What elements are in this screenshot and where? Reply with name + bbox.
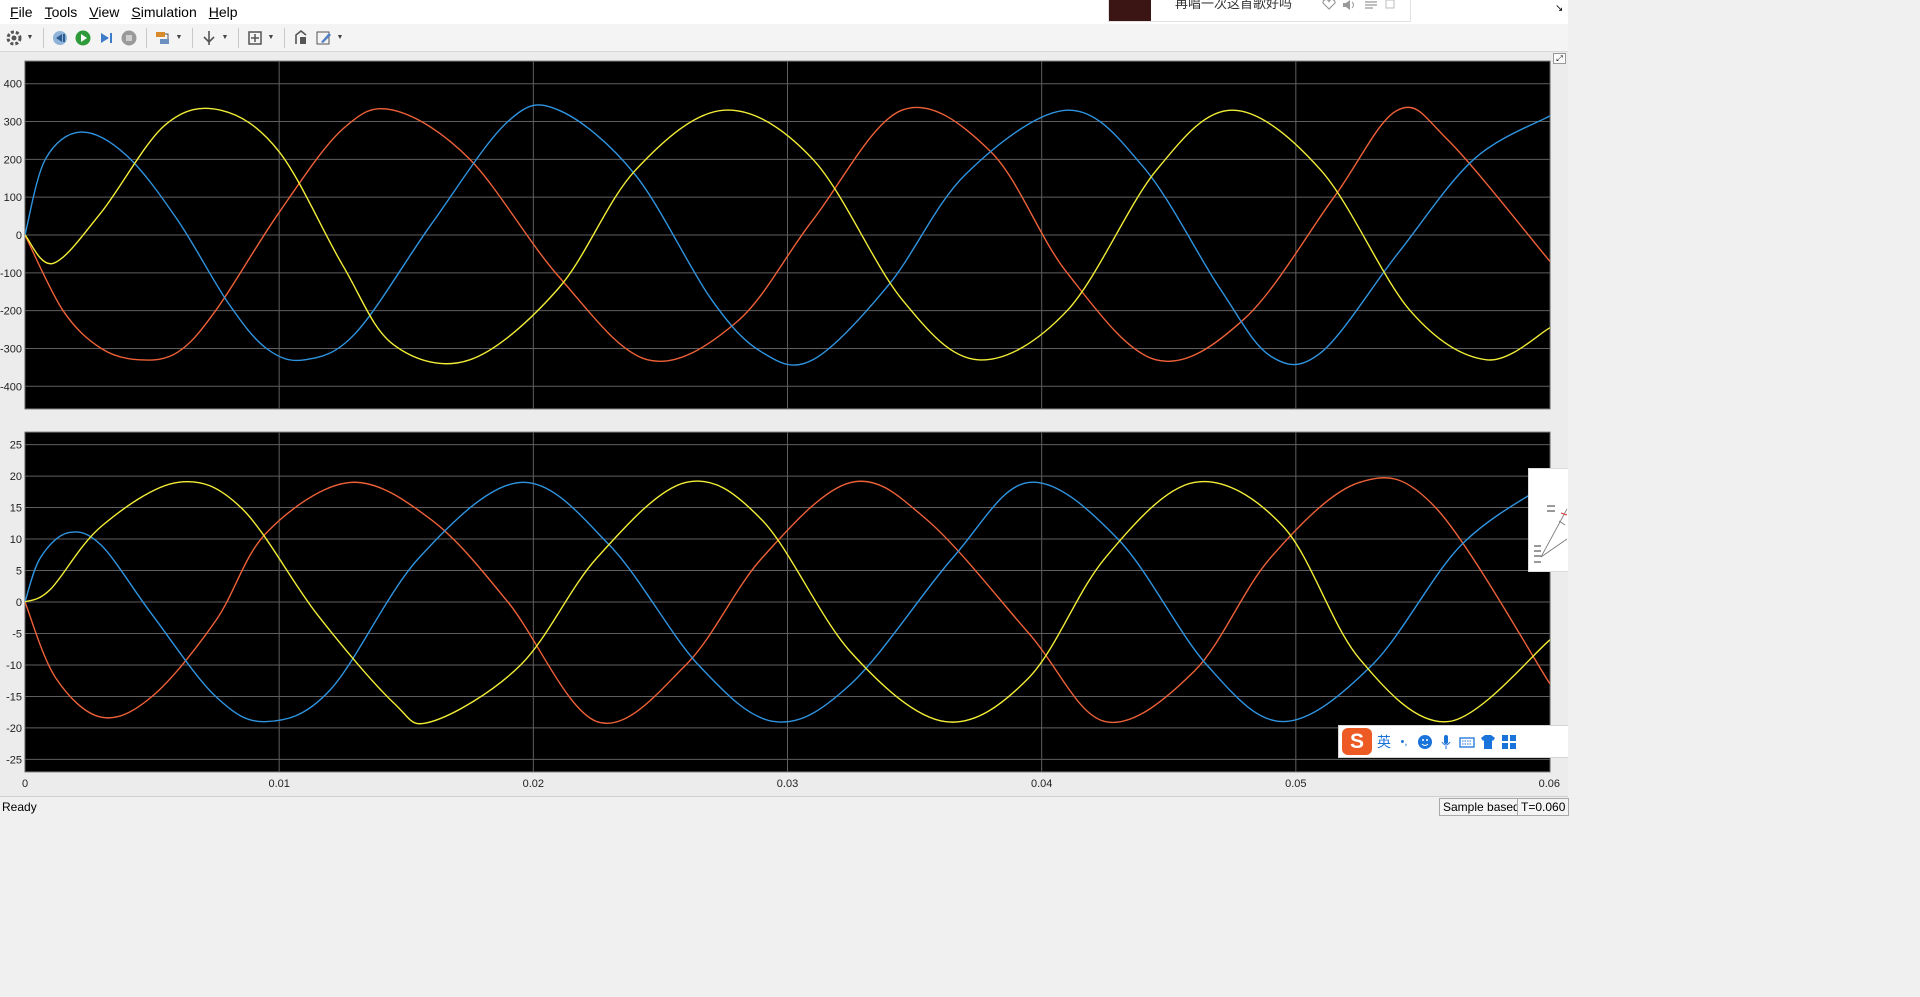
scope-canvas[interactable]: -400-300-200-1000100200300400-25-20-15-1… bbox=[0, 52, 1568, 796]
settings-icon[interactable] bbox=[3, 27, 25, 49]
scope-axes-2[interactable]: -25 -20 -15 -10 -5 0 5 10 15 20 25 0 0.01 0.02 0.03 0.0… bbox=[6, 431, 1560, 790]
lyrics-icon[interactable] bbox=[1384, 0, 1396, 10]
y-tick-label: -300 bbox=[0, 343, 22, 355]
x-tick-label: 0.04 bbox=[1031, 778, 1052, 790]
y-tick-label: 100 bbox=[4, 192, 22, 204]
y-tick-label: 5 bbox=[16, 566, 22, 578]
y-tick-label: -10 bbox=[6, 660, 22, 672]
emoji-icon[interactable] bbox=[1417, 734, 1433, 750]
status-text: Ready bbox=[2, 800, 37, 814]
x-tick-label: 0.05 bbox=[1285, 778, 1306, 790]
y-tick-label: 400 bbox=[4, 79, 22, 91]
highlight-dropdown-icon[interactable]: ▼ bbox=[175, 27, 183, 49]
ime-language-toggle[interactable]: 英 bbox=[1377, 732, 1391, 752]
toolbox-icon[interactable] bbox=[1501, 734, 1517, 750]
menu-help[interactable]: Help bbox=[203, 0, 244, 24]
x-tick-label: 0.06 bbox=[1539, 778, 1560, 790]
toolbar-separator bbox=[43, 27, 44, 48]
x-tick-label: 0.01 bbox=[268, 778, 289, 790]
y-tick-label: 20 bbox=[10, 471, 22, 483]
song-title: 再唱一次这首歌好吗 bbox=[1175, 0, 1293, 11]
restore-style-icon[interactable] bbox=[290, 27, 312, 49]
y-tick-label: -15 bbox=[6, 691, 22, 703]
step-forward-icon[interactable] bbox=[95, 27, 117, 49]
sample-mode-cell: Sample based bbox=[1439, 798, 1524, 816]
run-icon[interactable] bbox=[72, 27, 94, 49]
sogou-logo-icon[interactable]: S bbox=[1342, 728, 1372, 755]
stop-icon[interactable] bbox=[118, 27, 140, 49]
y-tick-label: -100 bbox=[0, 268, 22, 280]
scope-display[interactable]: -400 -300 -200 -100 0 100 200 300 400 -25 -20 -15 -1… bbox=[0, 52, 1568, 796]
y-tick-label: 300 bbox=[4, 117, 22, 129]
y-tick-label: -200 bbox=[0, 306, 22, 318]
side-widget[interactable] bbox=[1528, 468, 1568, 572]
step-back-icon[interactable] bbox=[49, 27, 71, 49]
y-tick-label: 15 bbox=[10, 503, 22, 515]
settings-dropdown-icon[interactable]: ▼ bbox=[26, 27, 34, 49]
zoom-fit-icon[interactable] bbox=[244, 27, 266, 49]
scope-toolbar: ▼ ▼ ▼ ▼ ▼ bbox=[0, 24, 1568, 52]
menu-file[interactable]: File bbox=[4, 0, 39, 24]
y-tick-label: 10 bbox=[10, 534, 22, 546]
toolbar-separator bbox=[146, 27, 147, 48]
playlist-icon[interactable] bbox=[1364, 0, 1378, 10]
status-bar: Ready Sample based T=0.060 bbox=[0, 796, 1570, 817]
toolbar-separator bbox=[238, 27, 239, 48]
album-thumbnail bbox=[1109, 0, 1151, 21]
undock-icon[interactable]: ⤢ bbox=[1553, 53, 1566, 64]
side-widget-diagram-icon bbox=[1534, 505, 1568, 563]
corner-arrow-icon[interactable]: ↘ bbox=[1555, 3, 1563, 14]
toolbar-separator bbox=[284, 27, 285, 48]
x-tick-label: 0.02 bbox=[523, 778, 544, 790]
edit-style-icon[interactable] bbox=[313, 27, 335, 49]
y-tick-label: -20 bbox=[6, 723, 22, 735]
microphone-icon[interactable] bbox=[1438, 734, 1454, 750]
toolbar-separator bbox=[192, 27, 193, 48]
y-tick-label: 200 bbox=[4, 154, 22, 166]
sim-time-cell: T=0.060 bbox=[1517, 798, 1570, 816]
y-tick-label: 0 bbox=[16, 230, 22, 242]
x-tick-label: 0 bbox=[22, 778, 28, 790]
skin-icon[interactable] bbox=[1480, 734, 1496, 750]
y-tick-label: 25 bbox=[10, 440, 22, 452]
y-tick-label: -5 bbox=[12, 628, 22, 640]
heart-icon[interactable] bbox=[1322, 0, 1336, 10]
menu-simulation[interactable]: Simulation bbox=[125, 0, 202, 24]
cursor-dropdown-icon[interactable]: ▼ bbox=[221, 27, 229, 49]
punctuation-toggle[interactable]: •, bbox=[1396, 734, 1412, 750]
media-controls bbox=[1322, 0, 1396, 10]
keyboard-icon[interactable] bbox=[1459, 734, 1475, 750]
cursor-measure-icon[interactable] bbox=[198, 27, 220, 49]
y-tick-label: -25 bbox=[6, 754, 22, 766]
menu-tools[interactable]: Tools bbox=[39, 0, 84, 24]
scope-axes-1[interactable]: -400 -300 -200 -100 0 100 200 300 400 bbox=[0, 60, 1551, 410]
zoom-dropdown-icon[interactable]: ▼ bbox=[267, 27, 275, 49]
highlight-icon[interactable] bbox=[152, 27, 174, 49]
style-dropdown-icon[interactable]: ▼ bbox=[336, 27, 344, 49]
x-tick-label: 0.03 bbox=[777, 778, 798, 790]
ime-toolbar[interactable]: S 英 •, bbox=[1338, 725, 1568, 758]
y-tick-label: -400 bbox=[0, 381, 22, 393]
y-tick-label: 0 bbox=[16, 597, 22, 609]
volume-icon[interactable] bbox=[1342, 0, 1358, 10]
menu-view[interactable]: View bbox=[83, 0, 125, 24]
